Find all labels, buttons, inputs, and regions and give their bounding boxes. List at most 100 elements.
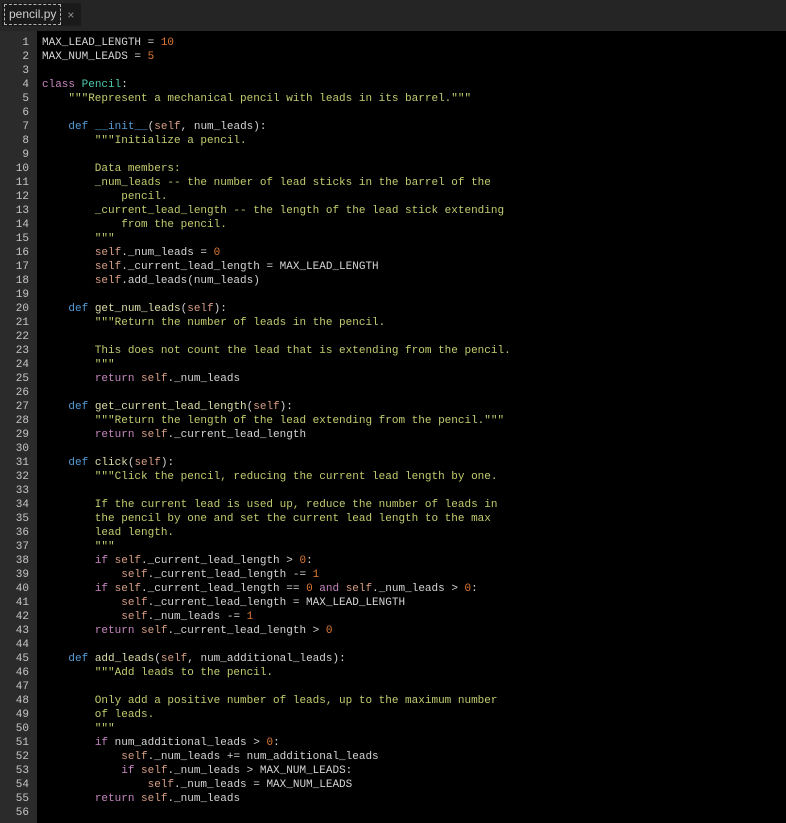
- code-line: self._num_leads -= 1: [42, 610, 786, 624]
- code-line: self._num_leads = MAX_NUM_LEADS: [42, 778, 786, 792]
- line-number: 48: [0, 694, 37, 708]
- line-number: 43: [0, 624, 37, 638]
- line-number: 16: [0, 246, 37, 260]
- line-number: 2: [0, 50, 37, 64]
- code-line: of leads.: [42, 708, 786, 722]
- line-number: 36: [0, 526, 37, 540]
- code-line: """Represent a mechanical pencil with le…: [42, 92, 786, 106]
- code-line: This does not count the lead that is ext…: [42, 344, 786, 358]
- code-line: class Pencil:: [42, 78, 786, 92]
- line-number: 55: [0, 792, 37, 806]
- line-number: 1: [0, 36, 37, 50]
- code-line: self._num_leads += num_additional_leads: [42, 750, 786, 764]
- code-line: [42, 638, 786, 652]
- code-line: self.add_leads(num_leads): [42, 274, 786, 288]
- code-line: """: [42, 358, 786, 372]
- code-line: return self._num_leads: [42, 792, 786, 806]
- code-line: return self._current_lead_length > 0: [42, 624, 786, 638]
- line-number: 23: [0, 344, 37, 358]
- line-number: 56: [0, 806, 37, 820]
- line-number: 27: [0, 400, 37, 414]
- code-line: return self._num_leads: [42, 372, 786, 386]
- line-number: 20: [0, 302, 37, 316]
- line-number: 28: [0, 414, 37, 428]
- code-line: """: [42, 232, 786, 246]
- line-number: 12: [0, 190, 37, 204]
- code-area[interactable]: MAX_LEAD_LENGTH = 10MAX_NUM_LEADS = 5 cl…: [37, 31, 786, 823]
- line-number: 39: [0, 568, 37, 582]
- line-number: 4: [0, 78, 37, 92]
- line-number: 25: [0, 372, 37, 386]
- code-line: [42, 806, 786, 820]
- code-line: if num_additional_leads > 0:: [42, 736, 786, 750]
- line-number: 47: [0, 680, 37, 694]
- code-line: def get_current_lead_length(self):: [42, 400, 786, 414]
- code-line: the pencil by one and set the current le…: [42, 512, 786, 526]
- line-number: 21: [0, 316, 37, 330]
- line-number: 18: [0, 274, 37, 288]
- line-number: 26: [0, 386, 37, 400]
- code-line: Only add a positive number of leads, up …: [42, 694, 786, 708]
- line-number: 6: [0, 106, 37, 120]
- code-line: """Add leads to the pencil.: [42, 666, 786, 680]
- code-line: self._current_lead_length = MAX_LEAD_LEN…: [42, 260, 786, 274]
- code-line: [42, 386, 786, 400]
- line-number: 30: [0, 442, 37, 456]
- code-line: """: [42, 540, 786, 554]
- line-number-gutter: 1234567891011121314151617181920212223242…: [0, 31, 37, 823]
- code-line: self._num_leads = 0: [42, 246, 786, 260]
- code-line: pencil.: [42, 190, 786, 204]
- code-line: [42, 484, 786, 498]
- line-number: 38: [0, 554, 37, 568]
- tab-label: pencil.py: [4, 4, 61, 25]
- line-number: 40: [0, 582, 37, 596]
- code-line: [42, 148, 786, 162]
- line-number: 42: [0, 610, 37, 624]
- code-editor[interactable]: 1234567891011121314151617181920212223242…: [0, 31, 786, 823]
- code-line: [42, 64, 786, 78]
- line-number: 45: [0, 652, 37, 666]
- line-number: 5: [0, 92, 37, 106]
- code-line: """Click the pencil, reducing the curren…: [42, 470, 786, 484]
- line-number: 11: [0, 176, 37, 190]
- code-line: _num_leads -- the number of lead sticks …: [42, 176, 786, 190]
- close-icon[interactable]: ×: [67, 9, 74, 21]
- code-line: def __init__(self, num_leads):: [42, 120, 786, 134]
- line-number: 22: [0, 330, 37, 344]
- code-line: Data members:: [42, 162, 786, 176]
- code-line: If the current lead is used up, reduce t…: [42, 498, 786, 512]
- code-line: [42, 106, 786, 120]
- line-number: 35: [0, 512, 37, 526]
- line-number: 29: [0, 428, 37, 442]
- code-line: if self._current_lead_length == 0 and se…: [42, 582, 786, 596]
- code-line: MAX_LEAD_LENGTH = 10: [42, 36, 786, 50]
- line-number: 8: [0, 134, 37, 148]
- tab-pencil[interactable]: pencil.py ×: [2, 3, 81, 26]
- line-number: 7: [0, 120, 37, 134]
- code-line: def get_num_leads(self):: [42, 302, 786, 316]
- line-number: 32: [0, 470, 37, 484]
- line-number: 50: [0, 722, 37, 736]
- code-line: """: [42, 722, 786, 736]
- line-number: 51: [0, 736, 37, 750]
- line-number: 9: [0, 148, 37, 162]
- line-number: 19: [0, 288, 37, 302]
- line-number: 41: [0, 596, 37, 610]
- code-line: [42, 330, 786, 344]
- line-number: 49: [0, 708, 37, 722]
- code-line: [42, 442, 786, 456]
- line-number: 52: [0, 750, 37, 764]
- code-line: if self._current_lead_length > 0:: [42, 554, 786, 568]
- code-line: self._current_lead_length -= 1: [42, 568, 786, 582]
- line-number: 17: [0, 260, 37, 274]
- code-line: MAX_NUM_LEADS = 5: [42, 50, 786, 64]
- line-number: 33: [0, 484, 37, 498]
- code-line: lead length.: [42, 526, 786, 540]
- code-line: from the pencil.: [42, 218, 786, 232]
- code-line: if self._num_leads > MAX_NUM_LEADS:: [42, 764, 786, 778]
- line-number: 3: [0, 64, 37, 78]
- line-number: 53: [0, 764, 37, 778]
- code-line: [42, 680, 786, 694]
- code-line: return self._current_lead_length: [42, 428, 786, 442]
- line-number: 44: [0, 638, 37, 652]
